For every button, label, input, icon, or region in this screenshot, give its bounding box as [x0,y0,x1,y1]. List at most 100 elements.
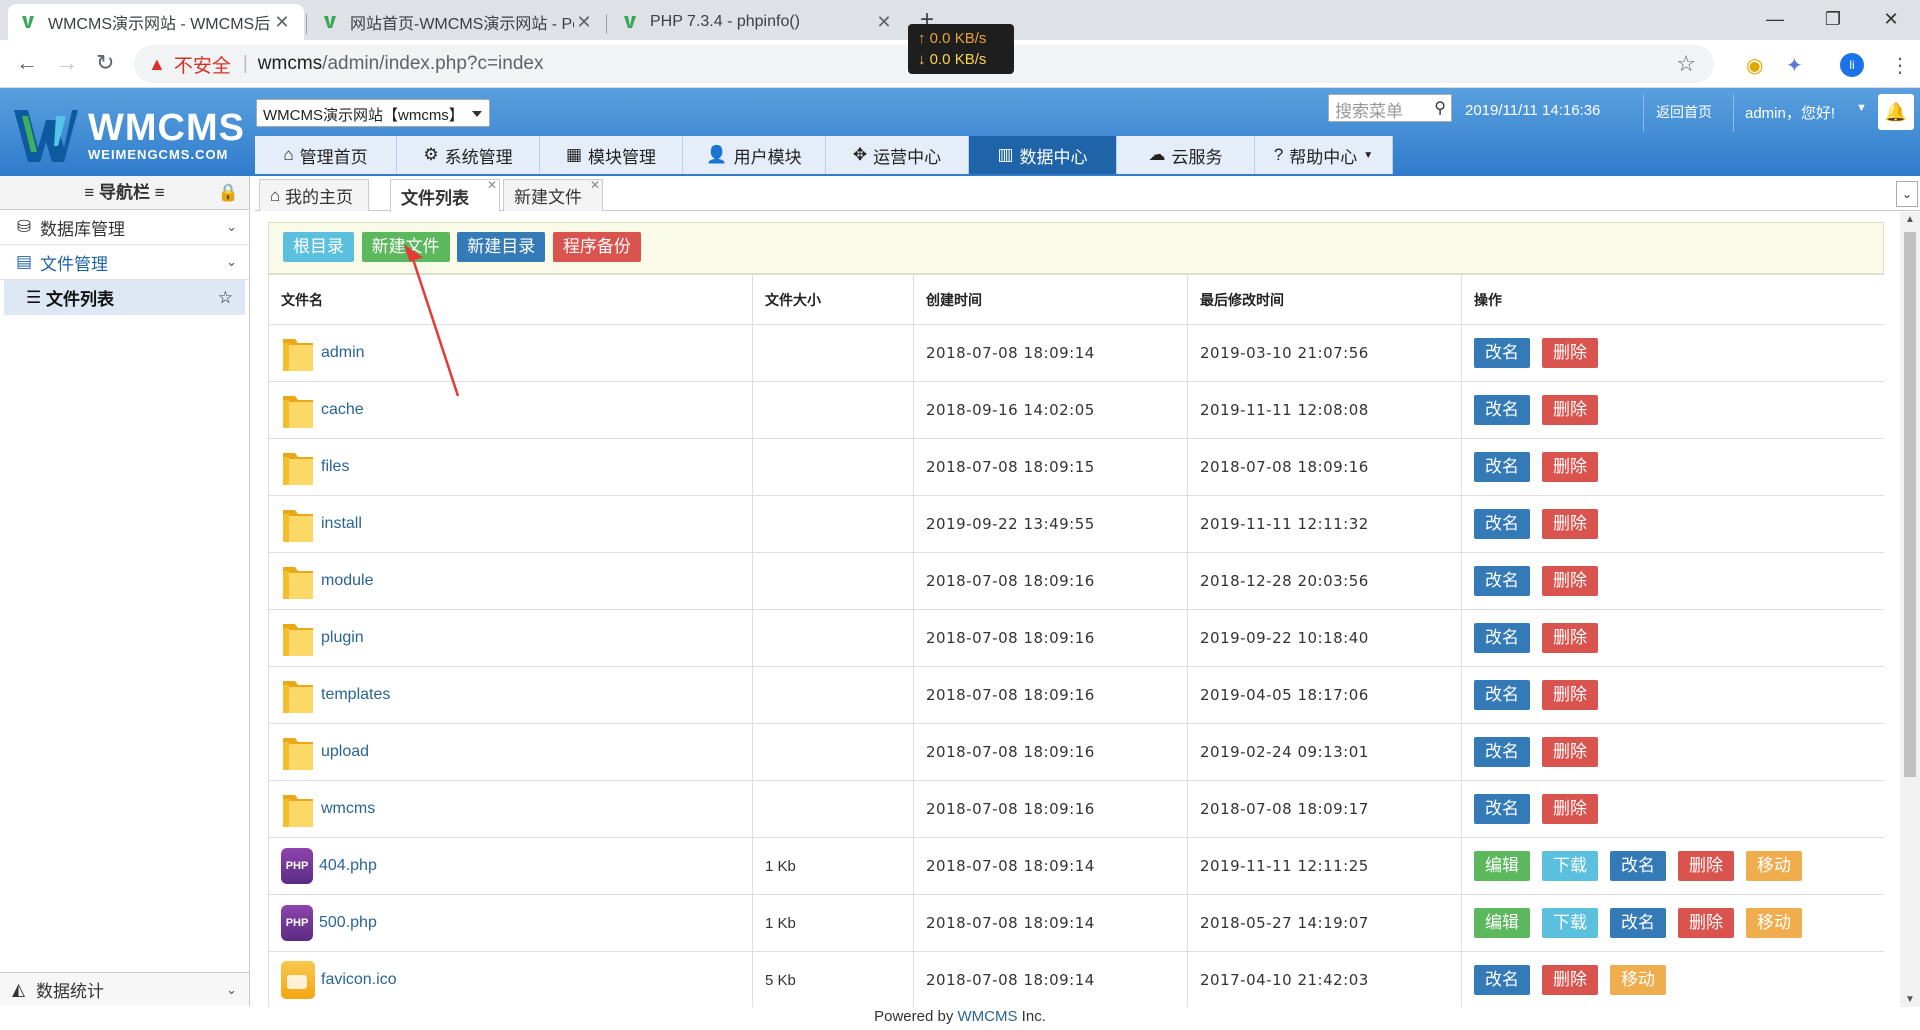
sidebar-subitem-file-list[interactable]: ☰ 文件列表 ☆ [4,280,245,315]
cell-name: files [268,438,753,496]
menu-search-input[interactable]: 搜索菜单 ⚲ [1328,94,1452,122]
chevron-down-icon: ▼ [1363,149,1374,161]
user-greeting[interactable]: admin，您好! [1745,102,1835,123]
close-icon[interactable]: ✕ [487,178,497,192]
extension-bird-icon[interactable]: ✦ [1786,53,1803,78]
delete-button[interactable]: 删除 [1542,737,1598,767]
close-icon[interactable]: ✕ [590,178,600,192]
download-button[interactable]: 下载 [1542,908,1598,938]
star-icon[interactable]: ☆ [218,288,233,308]
nav-system[interactable]: ⚙ 系统管理 [397,136,540,174]
sidebar-item-files[interactable]: ▤ 文件管理 ⌄ [0,245,249,280]
rename-button[interactable]: 改名 [1474,566,1530,596]
nav-users[interactable]: 👤 用户模块 [683,136,826,174]
new-file-button[interactable]: 新建文件 [361,232,450,262]
file-name-link[interactable]: wmcms [321,800,375,818]
move-button[interactable]: 移动 [1610,965,1666,995]
download-button[interactable]: 下载 [1542,851,1598,881]
restore-icon[interactable]: ❐ [1804,0,1862,40]
move-button[interactable]: 移动 [1746,851,1802,881]
root-dir-button[interactable]: 根目录 [283,232,354,262]
rename-button[interactable]: 改名 [1474,623,1530,653]
close-window-icon[interactable]: ✕ [1862,0,1920,40]
scroll-down-icon[interactable]: ▼ [1905,994,1915,1005]
file-name-link[interactable]: cache [321,401,364,419]
delete-button[interactable]: 删除 [1542,395,1598,425]
tab-new-file[interactable]: 新建文件 ✕ [503,178,603,211]
close-icon[interactable]: ✕ [272,12,292,33]
move-button[interactable]: 移动 [1746,908,1802,938]
back-home-link[interactable]: 返回首页 [1656,102,1712,122]
browser-tab-phpinfo[interactable]: PHP 7.3.4 - phpinfo() ✕ [610,4,906,40]
edit-button[interactable]: 编辑 [1474,851,1530,881]
file-name-link[interactable]: module [321,572,373,590]
rename-button[interactable]: 改名 [1610,908,1666,938]
browser-tab-admin[interactable]: WMCMS演示网站 - WMCMS后台管理 ✕ [8,4,304,40]
lock-icon[interactable]: 🔒 [218,176,239,210]
nav-operations[interactable]: ✥ 运营中心 [826,136,969,174]
rename-button[interactable]: 改名 [1474,965,1530,995]
tab-my-home[interactable]: ⌂ 我的主页 [259,179,369,211]
rename-button[interactable]: 改名 [1474,452,1530,482]
tab-file-list[interactable]: 文件列表 ✕ [390,178,500,212]
file-name-link[interactable]: plugin [321,629,364,647]
delete-button[interactable]: 删除 [1542,680,1598,710]
reload-icon[interactable]: ↻ [96,50,114,76]
browser-tab-home[interactable]: 网站首页-WMCMS演示网站 - Powered ✕ [310,4,606,40]
scrollbar-thumb[interactable] [1904,232,1916,777]
file-name-link[interactable]: files [321,458,349,476]
file-name-link[interactable]: admin [321,344,365,362]
menu-kebab-icon[interactable]: ⋮ [1890,53,1910,78]
chevron-down-icon[interactable]: ▼ [1856,102,1867,114]
content-scrollbar[interactable]: ▲ ▼ [1900,212,1920,1007]
sidebar-item-stats[interactable]: ◭ 数据统计 ⌄ [0,972,249,1006]
rename-button[interactable]: 改名 [1474,794,1530,824]
site-select[interactable]: WMCMS演示网站【wmcms】 [256,99,490,127]
nav-help[interactable]: ? 帮助中心 ▼ [1255,136,1393,174]
nav-manage-home[interactable]: ⌂ 管理首页 [255,136,397,174]
close-icon[interactable]: ✕ [574,12,594,33]
rename-button[interactable]: 改名 [1474,395,1530,425]
rename-button[interactable]: 改名 [1474,680,1530,710]
close-icon[interactable]: ✕ [874,12,894,33]
file-name-link[interactable]: 404.php [319,857,377,875]
extension-icon[interactable]: ◉ [1746,53,1763,78]
rename-button[interactable]: 改名 [1610,851,1666,881]
col-header-size: 文件大小 [752,274,914,325]
delete-button[interactable]: 删除 [1542,452,1598,482]
rename-button[interactable]: 改名 [1474,338,1530,368]
tabs-dropdown-icon[interactable]: ⌄ [1896,181,1918,207]
bookmark-star-icon[interactable]: ☆ [1676,51,1696,77]
delete-button[interactable]: 删除 [1542,338,1598,368]
minimize-icon[interactable]: — [1746,0,1804,40]
file-name-link[interactable]: 500.php [319,914,377,932]
delete-button[interactable]: 删除 [1542,965,1598,995]
rename-button[interactable]: 改名 [1474,509,1530,539]
new-dir-button[interactable]: 新建目录 [457,232,546,262]
delete-button[interactable]: 删除 [1678,851,1734,881]
scroll-up-icon[interactable]: ▲ [1905,214,1915,225]
nav-modules[interactable]: ▦ 模块管理 [540,136,683,174]
delete-button[interactable]: 删除 [1678,908,1734,938]
sidebar-item-database[interactable]: ⛁ 数据库管理 ⌄ [0,210,249,245]
backup-button[interactable]: 程序备份 [552,232,641,262]
forward-icon[interactable]: → [56,50,78,76]
file-name-link[interactable]: install [321,515,362,533]
delete-button[interactable]: 删除 [1542,566,1598,596]
file-name-link[interactable]: templates [321,686,390,704]
file-name-link[interactable]: upload [321,743,369,761]
nav-cloud[interactable]: ☁ 云服务 [1117,136,1255,174]
footer-link[interactable]: WMCMS [958,1008,1018,1025]
nav-data-center[interactable]: ▥ 数据中心 [969,136,1117,174]
edit-button[interactable]: 编辑 [1474,908,1530,938]
profile-avatar[interactable]: li [1840,53,1864,77]
rename-button[interactable]: 改名 [1474,737,1530,767]
delete-button[interactable]: 删除 [1542,509,1598,539]
delete-button[interactable]: 删除 [1542,623,1598,653]
nav-label: 用户模块 [733,147,802,167]
search-icon[interactable]: ⚲ [1434,98,1446,118]
file-name-link[interactable]: favicon.ico [321,971,397,989]
back-icon[interactable]: ← [16,50,38,76]
notification-bell-icon[interactable]: 🔔 [1878,94,1914,130]
delete-button[interactable]: 删除 [1542,794,1598,824]
